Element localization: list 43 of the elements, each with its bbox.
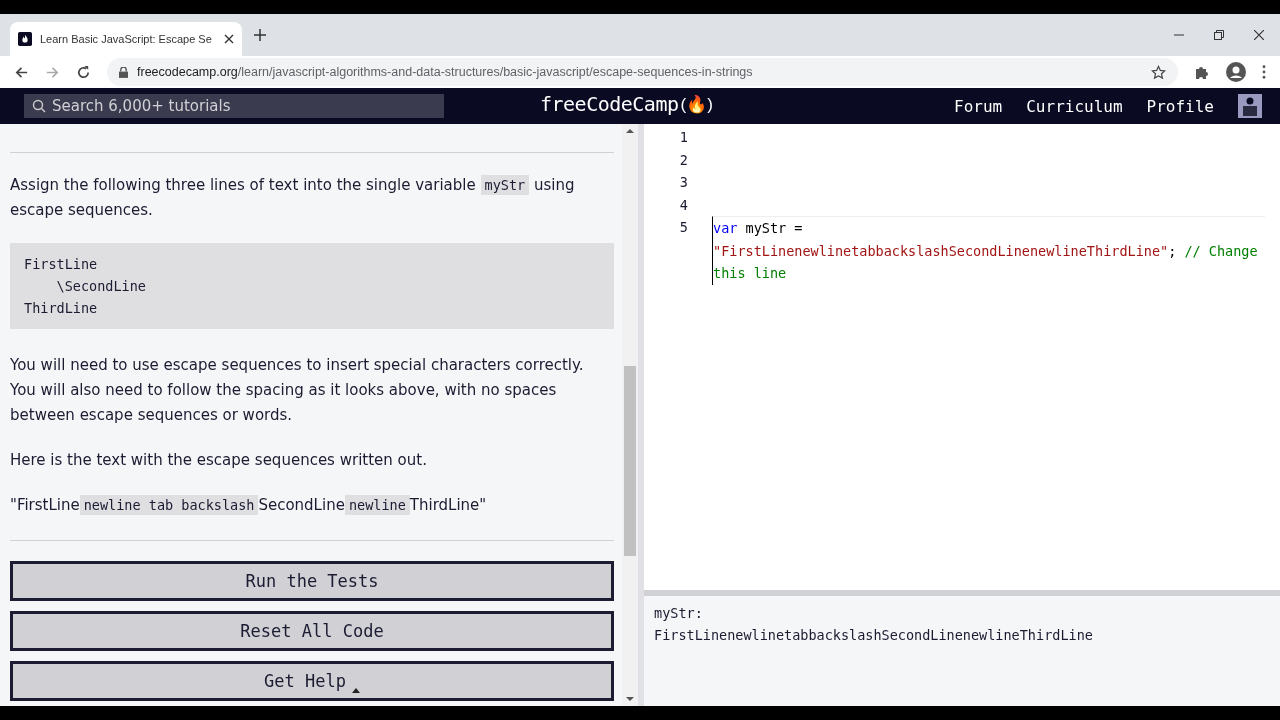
line-number: 2 bbox=[678, 150, 688, 170]
browser-tab[interactable]: Learn Basic JavaScript: Escape Se bbox=[10, 22, 242, 56]
search-icon bbox=[32, 99, 46, 113]
restore-icon[interactable] bbox=[1214, 30, 1224, 40]
avatar-icon[interactable] bbox=[1238, 94, 1262, 118]
url-text: freecodecamp.org/learn/javascript-algorithms-and-data-structures/basic-javascript/escape-sequences-in-strings bbox=[137, 65, 753, 79]
paragraph: Here is the text with the escape sequences written out. bbox=[10, 450, 428, 471]
scroll-down-icon[interactable] bbox=[626, 696, 634, 702]
nav-link[interactable]: Curriculum bbox=[1026, 96, 1123, 116]
search-field[interactable]: Search 6,000+ tutorials bbox=[24, 94, 444, 118]
star-icon[interactable] bbox=[1151, 64, 1166, 80]
new-tab-icon[interactable] bbox=[254, 29, 266, 41]
line-number: 1 bbox=[678, 128, 688, 147]
line-number: 4 bbox=[678, 195, 688, 215]
line-number: 3 bbox=[678, 173, 688, 192]
scrollbar[interactable] bbox=[622, 124, 638, 706]
lesson-button[interactable]: Reset All Code bbox=[10, 611, 614, 651]
site-logo[interactable]: freeCodeCamp bbox=[540, 92, 679, 116]
menu-icon[interactable] bbox=[1262, 65, 1266, 79]
line-number: 5 bbox=[678, 218, 688, 237]
code-block: FirstLine \SecondLine ThirdLine bbox=[10, 243, 614, 329]
output-line: FirstLinenewlinetabbackslashSecondLinenewlineThirdLine bbox=[654, 626, 1094, 645]
account-icon[interactable] bbox=[1226, 62, 1246, 82]
close-icon[interactable] bbox=[1254, 30, 1264, 40]
output-line: myStr: bbox=[654, 604, 704, 623]
nav-link[interactable]: Profile bbox=[1146, 96, 1214, 116]
lesson-button[interactable]: Run the Tests bbox=[10, 561, 614, 601]
puzzle-icon[interactable] bbox=[1194, 64, 1210, 80]
paragraph: "FirstLine newline tab backslash SecondLine newline ThirdLine" bbox=[10, 494, 488, 517]
lock-icon bbox=[119, 66, 128, 78]
tab-title: Learn Basic JavaScript: Escape Se bbox=[40, 33, 213, 45]
close-icon[interactable] bbox=[224, 34, 234, 44]
address-field[interactable]: freecodecamp.org/learn/javascript-algorithms-and-data-structures/basic-javascript/escape-sequences-in-strings bbox=[107, 58, 1178, 86]
paragraph: Assign the following three lines of text into the single variable myStr using escape sequences. bbox=[10, 174, 576, 221]
nav-link[interactable]: Forum bbox=[954, 96, 1003, 116]
paragraph: You will need to use escape sequences to insert special characters correctly. You will also need to follow the spacing as it looks above, with no spaces between escape sequences or words. bbox=[10, 355, 585, 426]
scroll-up-icon[interactable] bbox=[626, 128, 634, 134]
flame-logo-icon bbox=[18, 32, 32, 46]
code-line[interactable]: var myStr = "FirstLinenewlinetabbackslashSecondLinenewlineThirdLine"; // Change this line bbox=[712, 216, 1265, 285]
flame-logo-icon: (🔥) bbox=[680, 93, 713, 115]
scrollbar-thumb[interactable] bbox=[624, 366, 636, 556]
reload-icon[interactable] bbox=[76, 64, 91, 80]
lesson-button[interactable]: Get Help bbox=[10, 661, 614, 701]
